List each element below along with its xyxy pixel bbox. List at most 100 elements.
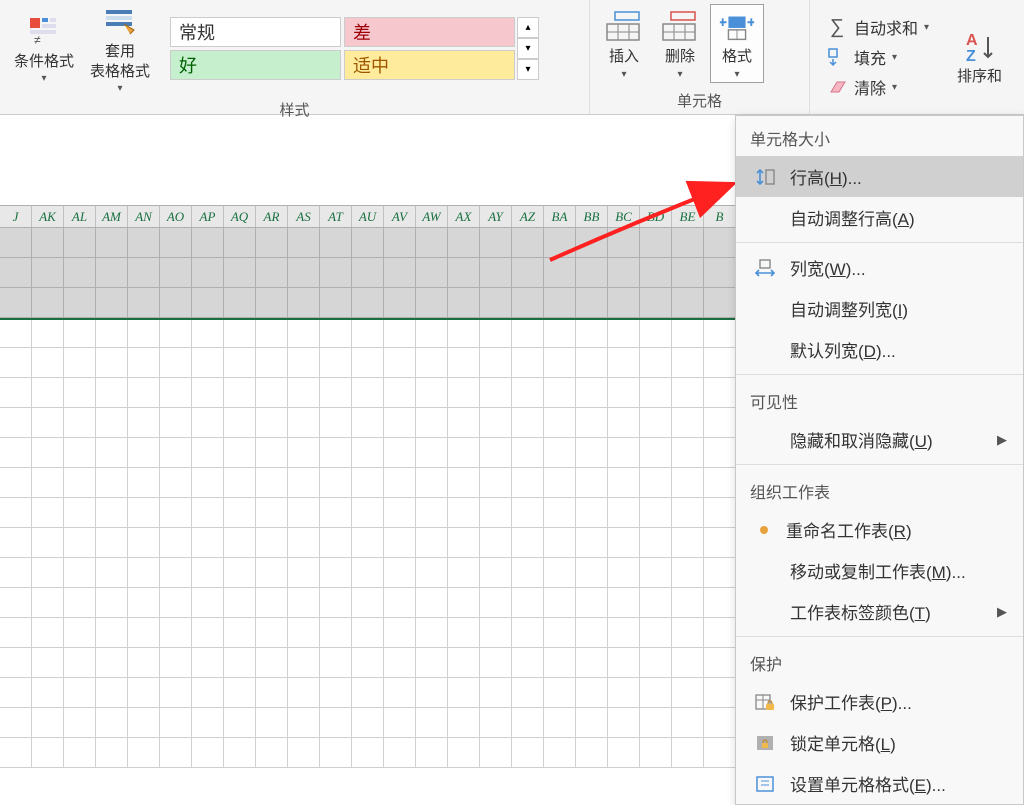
grid-cell[interactable] — [32, 558, 64, 588]
grid-cell[interactable] — [352, 708, 384, 738]
grid-cell[interactable] — [672, 618, 704, 648]
style-normal[interactable]: 常规 — [170, 17, 341, 47]
grid-cell[interactable] — [512, 588, 544, 618]
style-good[interactable]: 好 — [170, 50, 341, 80]
grid-cell[interactable] — [224, 678, 256, 708]
grid-cell[interactable] — [512, 378, 544, 408]
grid-cell[interactable] — [640, 408, 672, 438]
column-header[interactable]: AW — [416, 206, 448, 227]
grid-cell[interactable] — [256, 738, 288, 768]
grid-cell[interactable] — [416, 228, 448, 258]
grid-cell[interactable] — [128, 648, 160, 678]
grid-cell[interactable] — [256, 378, 288, 408]
grid-cell[interactable] — [128, 528, 160, 558]
grid-cell[interactable] — [224, 288, 256, 318]
grid-cell[interactable] — [288, 438, 320, 468]
grid-cell[interactable] — [160, 378, 192, 408]
grid-cell[interactable] — [576, 528, 608, 558]
grid-cell[interactable] — [640, 378, 672, 408]
grid-cell[interactable] — [64, 738, 96, 768]
grid-cell[interactable] — [608, 320, 640, 348]
grid-cell[interactable] — [288, 348, 320, 378]
grid-cell[interactable] — [0, 528, 32, 558]
grid-cell[interactable] — [640, 258, 672, 288]
grid-cell[interactable] — [0, 408, 32, 438]
grid-cell[interactable] — [480, 288, 512, 318]
grid-cell[interactable] — [160, 288, 192, 318]
grid-cell[interactable] — [448, 558, 480, 588]
grid-cell[interactable] — [288, 708, 320, 738]
grid-cell[interactable] — [608, 258, 640, 288]
grid-cell[interactable] — [160, 618, 192, 648]
column-header[interactable]: BC — [608, 206, 640, 227]
cell-style-gallery[interactable]: 常规 差 好 适中 — [170, 17, 515, 80]
column-header[interactable]: AV — [384, 206, 416, 227]
grid-cell[interactable] — [64, 228, 96, 258]
grid-cell[interactable] — [160, 468, 192, 498]
grid-cell[interactable] — [544, 498, 576, 528]
column-header[interactable]: BD — [640, 206, 672, 227]
grid-cell[interactable] — [256, 288, 288, 318]
grid-cell[interactable] — [384, 528, 416, 558]
grid-cell[interactable] — [32, 228, 64, 258]
grid-cell[interactable] — [288, 320, 320, 348]
grid-cell[interactable] — [0, 378, 32, 408]
menu-auto-col-width[interactable]: 自动调整列宽(I) — [736, 288, 1023, 329]
grid-cell[interactable] — [0, 468, 32, 498]
grid-cell[interactable] — [480, 498, 512, 528]
grid-cell[interactable] — [384, 708, 416, 738]
grid-cell[interactable] — [224, 648, 256, 678]
grid-cell[interactable] — [672, 438, 704, 468]
grid-cell[interactable] — [256, 320, 288, 348]
menu-cell-format[interactable]: 设置单元格格式(E)... — [736, 763, 1023, 804]
grid-cell[interactable] — [576, 438, 608, 468]
grid-cell[interactable] — [192, 468, 224, 498]
grid-cell[interactable] — [160, 678, 192, 708]
grid-cell[interactable] — [192, 618, 224, 648]
menu-move-copy[interactable]: 移动或复制工作表(M)... — [736, 550, 1023, 591]
delete-button[interactable]: 删除 ▾ — [654, 5, 706, 82]
grid-cell[interactable] — [448, 498, 480, 528]
grid-cell[interactable] — [544, 258, 576, 288]
grid-cell[interactable] — [544, 708, 576, 738]
grid-cell[interactable] — [352, 228, 384, 258]
grid-cell[interactable] — [576, 408, 608, 438]
grid-cell[interactable] — [0, 498, 32, 528]
grid-cell[interactable] — [160, 438, 192, 468]
grid-cell[interactable] — [512, 528, 544, 558]
grid-cell[interactable] — [576, 678, 608, 708]
grid-cell[interactable] — [0, 618, 32, 648]
grid-cell[interactable] — [288, 738, 320, 768]
grid-cell[interactable] — [416, 558, 448, 588]
grid-cell[interactable] — [288, 228, 320, 258]
column-header[interactable]: B — [704, 206, 736, 227]
grid-cell[interactable] — [0, 678, 32, 708]
grid-cell[interactable] — [320, 708, 352, 738]
grid-cell[interactable] — [704, 228, 736, 258]
style-bad[interactable]: 差 — [344, 17, 515, 47]
grid-cell[interactable] — [640, 468, 672, 498]
grid-cell[interactable] — [448, 528, 480, 558]
grid-cell[interactable] — [32, 348, 64, 378]
grid-cell[interactable] — [512, 738, 544, 768]
grid-cell[interactable] — [640, 228, 672, 258]
grid-cell[interactable] — [32, 738, 64, 768]
column-header[interactable]: AP — [192, 206, 224, 227]
grid-cell[interactable] — [320, 618, 352, 648]
format-button[interactable]: 格式 ▾ — [710, 4, 764, 83]
grid-cell[interactable] — [224, 588, 256, 618]
grid-cell[interactable] — [224, 228, 256, 258]
grid-cell[interactable] — [608, 468, 640, 498]
grid-cell[interactable] — [640, 678, 672, 708]
grid-cell[interactable] — [96, 588, 128, 618]
grid-cell[interactable] — [384, 320, 416, 348]
grid-cell[interactable] — [32, 708, 64, 738]
grid-cell[interactable] — [128, 678, 160, 708]
grid-cell[interactable] — [544, 378, 576, 408]
grid-cell[interactable] — [576, 708, 608, 738]
grid-cell[interactable] — [320, 558, 352, 588]
grid-cell[interactable] — [640, 708, 672, 738]
column-header[interactable]: AO — [160, 206, 192, 227]
grid-cell[interactable] — [384, 468, 416, 498]
grid-cell[interactable] — [448, 228, 480, 258]
